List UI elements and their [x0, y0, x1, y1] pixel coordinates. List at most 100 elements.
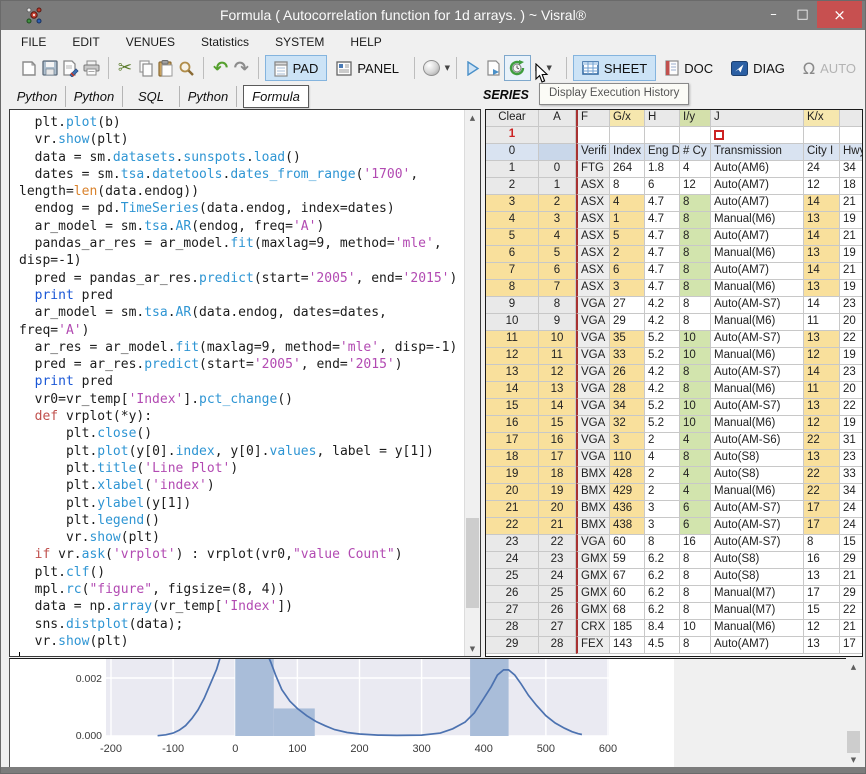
auto-button[interactable]: Ω AUTO [794, 55, 865, 81]
table-cell[interactable]: Hwy [840, 144, 862, 161]
table-cell[interactable]: 13 [804, 280, 840, 297]
table-cell[interactable]: 4 [680, 467, 711, 484]
table-cell[interactable]: 4 [610, 195, 645, 212]
table-cell[interactable]: 110 [610, 450, 645, 467]
table-cell[interactable]: 22 [840, 331, 862, 348]
column-header-extra[interactable] [840, 110, 862, 127]
table-cell[interactable]: 1 [486, 161, 539, 178]
table-cell[interactable]: ASX [576, 246, 610, 263]
table-cell[interactable]: 8 [680, 297, 711, 314]
table-cell[interactable]: 4.2 [645, 382, 680, 399]
plot-scrollbar-thumb[interactable] [847, 731, 860, 753]
table-cell[interactable]: Auto(AM-S7) [711, 399, 804, 416]
table-cell[interactable]: 4.2 [645, 314, 680, 331]
table-cell[interactable]: VGA [576, 433, 610, 450]
table-cell[interactable]: 8 [680, 603, 711, 620]
table-cell[interactable]: 436 [610, 501, 645, 518]
code-area[interactable]: plt.plot(b) vr.show(plt) data = sm.datas… [10, 110, 464, 656]
table-cell[interactable]: 21 [840, 620, 862, 637]
table-cell[interactable]: 29 [840, 586, 862, 603]
table-cell[interactable]: 23 [840, 365, 862, 382]
table-cell[interactable]: 23 [840, 297, 862, 314]
table-cell[interactable]: 13 [804, 637, 840, 654]
table-cell[interactable]: 28 [610, 382, 645, 399]
table-cell[interactable]: 68 [610, 603, 645, 620]
table-cell[interactable]: ASX [576, 212, 610, 229]
table-cell[interactable]: 8 [680, 586, 711, 603]
table-cell[interactable]: 14 [804, 195, 840, 212]
table-cell[interactable]: Manual(M6) [711, 382, 804, 399]
scroll-down-icon[interactable]: ▼ [465, 641, 480, 656]
table-cell[interactable]: Auto(S8) [711, 569, 804, 586]
table-cell[interactable]: VGA [576, 416, 610, 433]
table-cell[interactable]: 8 [539, 297, 576, 314]
table-cell[interactable]: 429 [610, 484, 645, 501]
table-cell[interactable]: 3 [610, 280, 645, 297]
table-cell[interactable]: 10 [680, 399, 711, 416]
table-cell[interactable]: 13 [804, 246, 840, 263]
column-header-J[interactable]: J [711, 110, 804, 127]
table-cell[interactable]: 4.5 [645, 637, 680, 654]
table-cell[interactable]: 3 [645, 501, 680, 518]
minimize-button[interactable]: – [759, 1, 788, 28]
diag-button[interactable]: DIAG [722, 55, 794, 81]
table-cell[interactable]: ASX [576, 280, 610, 297]
save-as-button[interactable] [60, 56, 81, 81]
table-cell[interactable]: 5 [539, 246, 576, 263]
table-cell[interactable]: 29 [840, 552, 862, 569]
table-cell[interactable]: 21 [486, 501, 539, 518]
table-cell[interactable]: Auto(AM6) [711, 161, 804, 178]
table-cell[interactable]: 14 [539, 399, 576, 416]
new-file-button[interactable] [19, 56, 40, 81]
tab-sql-2[interactable]: SQL [123, 86, 180, 107]
table-cell[interactable]: 8 [680, 382, 711, 399]
table-cell[interactable]: 3 [539, 212, 576, 229]
table-cell[interactable]: BMX [576, 518, 610, 535]
table-cell[interactable]: 185 [610, 620, 645, 637]
table-cell[interactable]: 24 [840, 501, 862, 518]
pad-button[interactable]: PAD [265, 55, 328, 81]
table-cell[interactable]: 29 [486, 637, 539, 654]
table-cell[interactable]: 6.2 [645, 586, 680, 603]
menu-item-edit[interactable]: EDIT [72, 35, 99, 49]
table-cell[interactable]: 12 [486, 348, 539, 365]
table-cell[interactable]: 6 [486, 246, 539, 263]
table-cell[interactable]: 5.2 [645, 416, 680, 433]
table-cell[interactable]: 10 [680, 348, 711, 365]
table-cell[interactable]: 19 [840, 348, 862, 365]
table-cell[interactable]: 17 [804, 501, 840, 518]
table-cell[interactable]: 21 [840, 195, 862, 212]
table-cell[interactable]: Auto(S8) [711, 552, 804, 569]
table-cell[interactable]: Index [610, 144, 645, 161]
copy-button[interactable] [135, 56, 156, 81]
search-button[interactable] [177, 56, 198, 81]
table-cell[interactable]: 438 [610, 518, 645, 535]
table-cell[interactable]: 28 [486, 620, 539, 637]
table-cell[interactable]: 27 [610, 297, 645, 314]
table-cell[interactable]: Auto(AM7) [711, 229, 804, 246]
table-cell[interactable]: 16 [539, 433, 576, 450]
table-cell[interactable]: 6 [680, 518, 711, 535]
table-cell[interactable]: 19 [840, 416, 862, 433]
table-cell[interactable]: 10 [680, 620, 711, 637]
table-cell[interactable]: 6.2 [645, 603, 680, 620]
cut-button[interactable]: ✂ [115, 56, 136, 81]
table-cell[interactable]: 67 [610, 569, 645, 586]
table-cell[interactable]: 20 [840, 382, 862, 399]
menu-item-system[interactable]: SYSTEM [275, 35, 324, 49]
plot-pane-scrollbar[interactable]: ▲ ▼ [846, 659, 862, 767]
table-cell[interactable]: 17 [486, 433, 539, 450]
table-cell[interactable]: 20 [539, 501, 576, 518]
table-cell[interactable]: 27 [539, 620, 576, 637]
table-cell[interactable]: # Cy [680, 144, 711, 161]
table-cell[interactable] [680, 127, 711, 144]
table-cell[interactable]: 9 [486, 297, 539, 314]
table-cell[interactable]: BMX [576, 484, 610, 501]
table-cell[interactable]: VGA [576, 535, 610, 552]
table-cell[interactable]: 7 [539, 280, 576, 297]
table-cell[interactable]: 2 [486, 178, 539, 195]
table-cell[interactable]: 3 [486, 195, 539, 212]
table-cell[interactable] [804, 127, 840, 144]
table-cell[interactable]: 3 [610, 433, 645, 450]
tab-python-1[interactable]: Python [66, 86, 123, 107]
